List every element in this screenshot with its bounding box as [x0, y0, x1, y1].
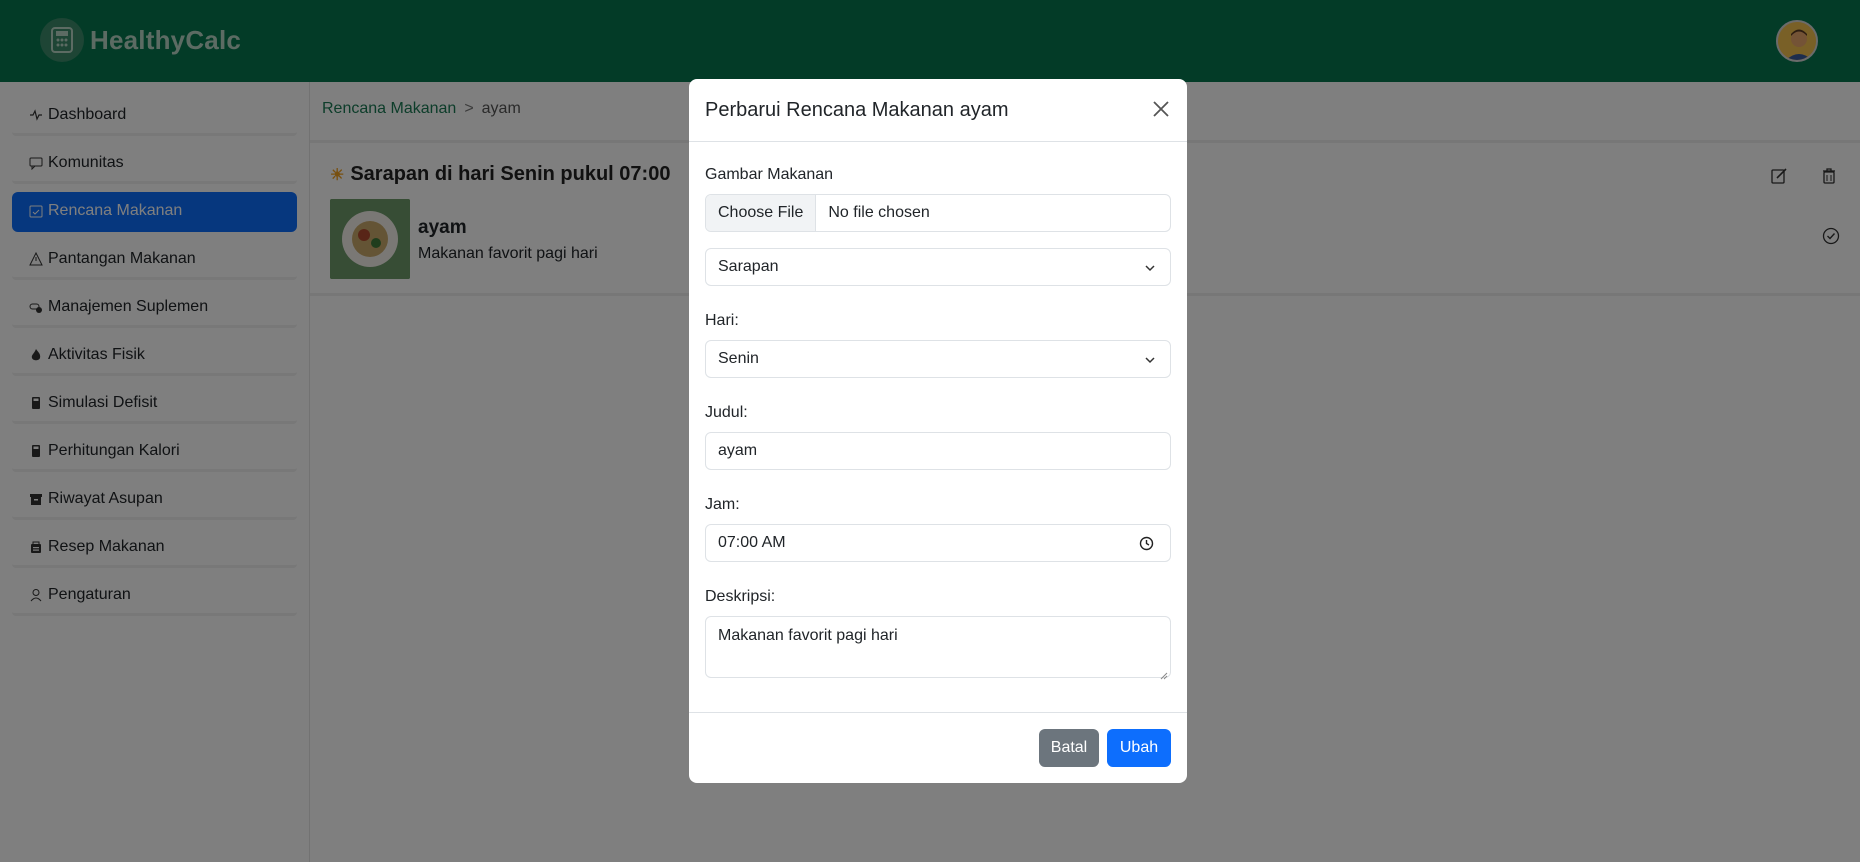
modal-header: Perbarui Rencana Makanan ayam	[689, 79, 1187, 142]
close-icon[interactable]	[1151, 99, 1173, 121]
time-value: 07:00 AM	[718, 534, 786, 551]
edit-meal-plan-modal: Perbarui Rencana Makanan ayam Gambar Mak…	[689, 79, 1187, 783]
modal-title: Perbarui Rencana Makanan ayam	[705, 99, 1009, 121]
description-value: Makanan favorit pagi hari	[718, 627, 898, 644]
day-label: Hari:	[705, 312, 739, 329]
time-label: Jam:	[705, 496, 740, 513]
title-input[interactable]: ayam	[705, 432, 1171, 470]
choose-file-button[interactable]: Choose File	[706, 195, 817, 231]
description-label: Deskripsi:	[705, 588, 776, 605]
window-scrollbar[interactable]	[1860, 0, 1876, 862]
save-button[interactable]: Ubah	[1107, 729, 1171, 767]
meal-type-value: Sarapan	[718, 258, 779, 275]
title-value: ayam	[718, 442, 758, 459]
time-input[interactable]: 07:00 AM	[705, 524, 1171, 562]
cancel-button[interactable]: Batal	[1039, 729, 1099, 767]
file-status: No file chosen	[828, 204, 930, 221]
image-file-input[interactable]: Choose File No file chosen	[705, 194, 1171, 232]
image-label: Gambar Makanan	[705, 166, 834, 183]
modal-footer: Batal Ubah	[689, 712, 1187, 783]
resize-handle-icon[interactable]	[1160, 667, 1168, 680]
chevron-down-icon	[1144, 261, 1156, 273]
chevron-down-icon	[1144, 353, 1156, 365]
meal-type-select[interactable]: Sarapan	[705, 248, 1171, 286]
title-label: Judul:	[705, 404, 748, 421]
clock-icon[interactable]	[1139, 536, 1154, 551]
description-textarea[interactable]: Makanan favorit pagi hari	[705, 616, 1171, 680]
day-select[interactable]: Senin	[705, 340, 1171, 378]
day-value: Senin	[718, 350, 759, 367]
